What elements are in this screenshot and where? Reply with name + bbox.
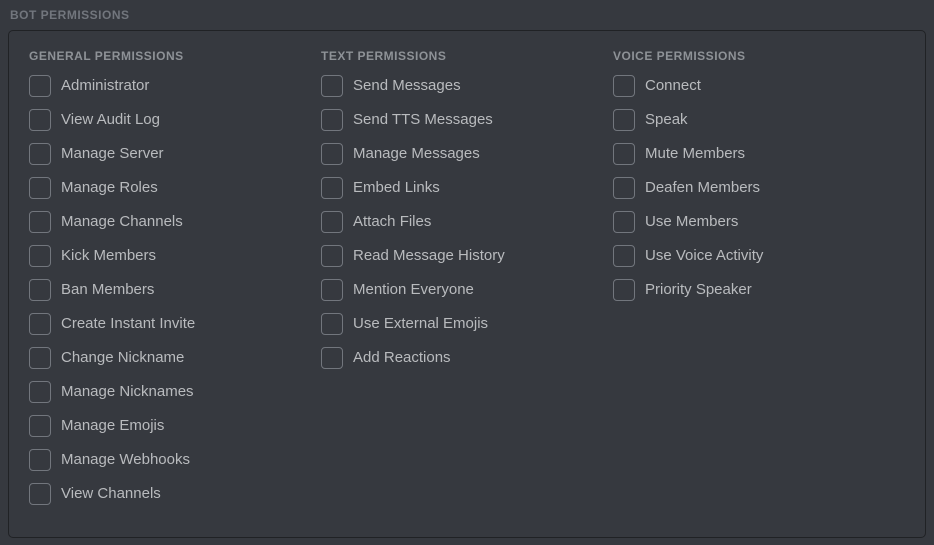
perm-label: Manage Roles: [61, 177, 158, 199]
checkbox-icon[interactable]: [321, 177, 343, 199]
checkbox-icon[interactable]: [613, 109, 635, 131]
perm-use-members[interactable]: Use Members: [613, 211, 905, 233]
checkbox-icon[interactable]: [321, 279, 343, 301]
perm-label: Add Reactions: [353, 347, 451, 369]
checkbox-icon[interactable]: [29, 177, 51, 199]
perm-manage-channels[interactable]: Manage Channels: [29, 211, 321, 233]
perm-manage-messages[interactable]: Manage Messages: [321, 143, 613, 165]
checkbox-icon[interactable]: [29, 313, 51, 335]
checkbox-icon[interactable]: [29, 245, 51, 267]
perm-send-tts-messages[interactable]: Send TTS Messages: [321, 109, 613, 131]
perm-send-messages[interactable]: Send Messages: [321, 75, 613, 97]
perm-label: Create Instant Invite: [61, 313, 195, 335]
text-permissions-column: Text Permissions Send Messages Send TTS …: [321, 49, 613, 517]
checkbox-icon[interactable]: [613, 279, 635, 301]
perm-add-reactions[interactable]: Add Reactions: [321, 347, 613, 369]
perm-label: Use Members: [645, 211, 738, 233]
checkbox-icon[interactable]: [29, 415, 51, 437]
perm-administrator[interactable]: Administrator: [29, 75, 321, 97]
perm-label: Deafen Members: [645, 177, 760, 199]
checkbox-icon[interactable]: [29, 449, 51, 471]
perm-label: Manage Server: [61, 143, 164, 165]
checkbox-icon[interactable]: [321, 75, 343, 97]
perm-label: Change Nickname: [61, 347, 184, 369]
checkbox-icon[interactable]: [29, 347, 51, 369]
perm-label: View Audit Log: [61, 109, 160, 131]
perm-manage-server[interactable]: Manage Server: [29, 143, 321, 165]
perm-label: Ban Members: [61, 279, 154, 301]
voice-permissions-column: Voice Permissions Connect Speak Mute Mem…: [613, 49, 905, 517]
checkbox-icon[interactable]: [613, 245, 635, 267]
checkbox-icon[interactable]: [613, 143, 635, 165]
perm-use-external-emojis[interactable]: Use External Emojis: [321, 313, 613, 335]
perm-label: Manage Nicknames: [61, 381, 194, 403]
perm-label: Speak: [645, 109, 688, 131]
perm-create-instant-invite[interactable]: Create Instant Invite: [29, 313, 321, 335]
general-permissions-column: General Permissions Administrator View A…: [29, 49, 321, 517]
perm-manage-emojis[interactable]: Manage Emojis: [29, 415, 321, 437]
checkbox-icon[interactable]: [29, 75, 51, 97]
checkbox-icon[interactable]: [321, 143, 343, 165]
perm-read-message-history[interactable]: Read Message History: [321, 245, 613, 267]
perm-priority-speaker[interactable]: Priority Speaker: [613, 279, 905, 301]
perm-label: Use External Emojis: [353, 313, 488, 335]
perm-deafen-members[interactable]: Deafen Members: [613, 177, 905, 199]
text-permissions-title: Text Permissions: [321, 49, 613, 63]
perm-label: Read Message History: [353, 245, 505, 267]
perm-label: Administrator: [61, 75, 149, 97]
perm-embed-links[interactable]: Embed Links: [321, 177, 613, 199]
perm-label: Send Messages: [353, 75, 461, 97]
perm-manage-webhooks[interactable]: Manage Webhooks: [29, 449, 321, 471]
perm-label: Mute Members: [645, 143, 745, 165]
perm-label: View Channels: [61, 483, 161, 505]
perm-label: Manage Emojis: [61, 415, 164, 437]
perm-label: Manage Webhooks: [61, 449, 190, 471]
perm-mute-members[interactable]: Mute Members: [613, 143, 905, 165]
checkbox-icon[interactable]: [29, 381, 51, 403]
checkbox-icon[interactable]: [321, 109, 343, 131]
checkbox-icon[interactable]: [29, 483, 51, 505]
voice-permissions-title: Voice Permissions: [613, 49, 905, 63]
checkbox-icon[interactable]: [321, 211, 343, 233]
perm-label: Send TTS Messages: [353, 109, 493, 131]
perm-change-nickname[interactable]: Change Nickname: [29, 347, 321, 369]
checkbox-icon[interactable]: [29, 211, 51, 233]
perm-view-audit-log[interactable]: View Audit Log: [29, 109, 321, 131]
general-permissions-title: General Permissions: [29, 49, 321, 63]
perm-label: Manage Messages: [353, 143, 480, 165]
permissions-columns: General Permissions Administrator View A…: [29, 49, 905, 517]
perm-label: Embed Links: [353, 177, 440, 199]
perm-attach-files[interactable]: Attach Files: [321, 211, 613, 233]
perm-use-voice-activity[interactable]: Use Voice Activity: [613, 245, 905, 267]
perm-speak[interactable]: Speak: [613, 109, 905, 131]
checkbox-icon[interactable]: [29, 279, 51, 301]
checkbox-icon[interactable]: [321, 313, 343, 335]
perm-label: Use Voice Activity: [645, 245, 763, 267]
section-title: Bot Permissions: [0, 0, 934, 30]
permissions-panel: General Permissions Administrator View A…: [8, 30, 926, 538]
checkbox-icon[interactable]: [613, 177, 635, 199]
checkbox-icon[interactable]: [321, 347, 343, 369]
perm-ban-members[interactable]: Ban Members: [29, 279, 321, 301]
perm-kick-members[interactable]: Kick Members: [29, 245, 321, 267]
perm-label: Connect: [645, 75, 701, 97]
checkbox-icon[interactable]: [29, 143, 51, 165]
perm-manage-roles[interactable]: Manage Roles: [29, 177, 321, 199]
perm-label: Attach Files: [353, 211, 431, 233]
checkbox-icon[interactable]: [613, 75, 635, 97]
perm-manage-nicknames[interactable]: Manage Nicknames: [29, 381, 321, 403]
perm-label: Mention Everyone: [353, 279, 474, 301]
perm-connect[interactable]: Connect: [613, 75, 905, 97]
checkbox-icon[interactable]: [321, 245, 343, 267]
perm-view-channels[interactable]: View Channels: [29, 483, 321, 505]
checkbox-icon[interactable]: [29, 109, 51, 131]
checkbox-icon[interactable]: [613, 211, 635, 233]
perm-mention-everyone[interactable]: Mention Everyone: [321, 279, 613, 301]
perm-label: Kick Members: [61, 245, 156, 267]
perm-label: Priority Speaker: [645, 279, 752, 301]
perm-label: Manage Channels: [61, 211, 183, 233]
